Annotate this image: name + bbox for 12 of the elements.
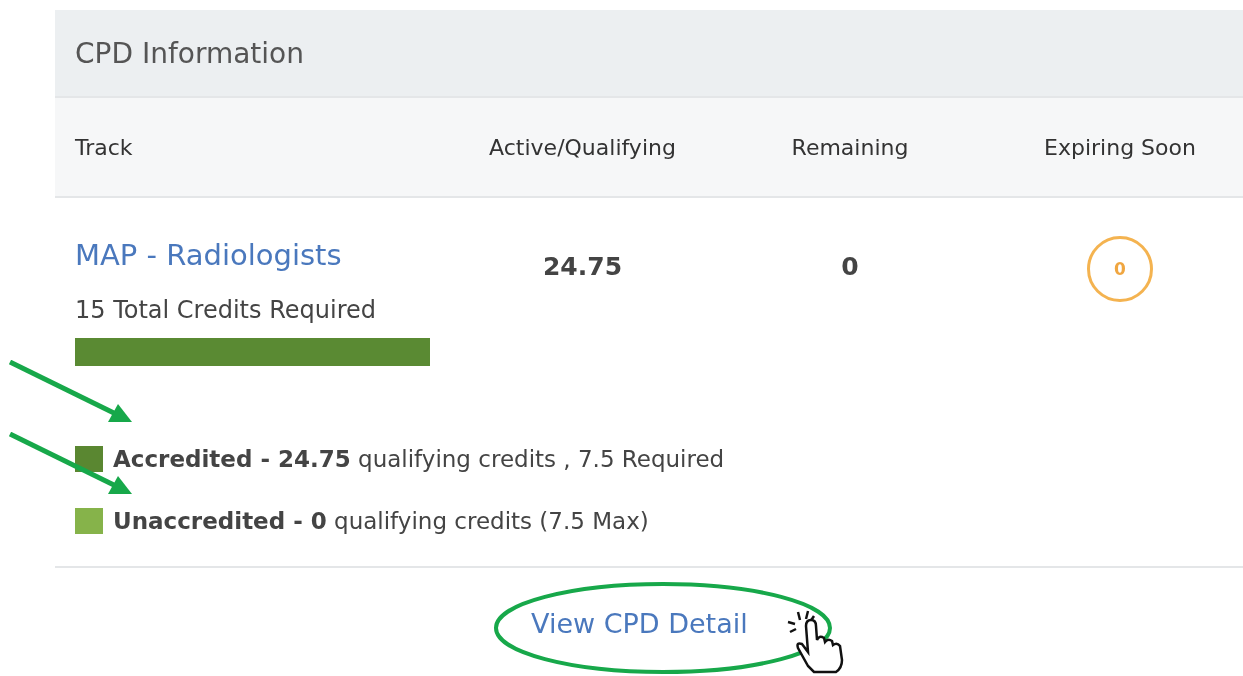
required-credits: 15 Total Credits Required <box>75 296 376 324</box>
column-header: Track <box>75 134 134 160</box>
legend-text: Accredited - 24.75 qualifying credits , 7.5 Required <box>113 446 725 472</box>
active-credits: 24.75 <box>542 252 623 281</box>
legend-text: Unaccredited - 0 qualifying credits (7.5 Max) <box>113 508 649 534</box>
column-header: Remaining <box>790 134 910 160</box>
remaining-credits: 0 <box>841 252 859 281</box>
column-header: Expiring Soon <box>1043 134 1197 160</box>
panel-title: CPD Information <box>75 36 304 70</box>
column-header: Active/Qualifying <box>488 134 677 160</box>
expiring-count: 0 <box>1087 236 1153 302</box>
track-link[interactable]: MAP - Radiologists <box>75 238 342 272</box>
